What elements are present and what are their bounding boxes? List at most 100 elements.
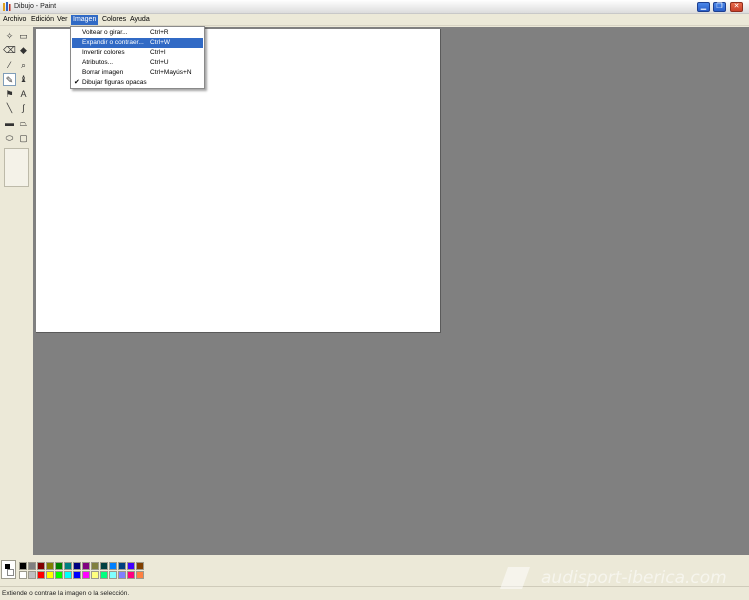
- polygon-tool[interactable]: ⏢: [17, 117, 30, 130]
- rect-select-icon: ▭: [19, 31, 28, 41]
- menu-item-shortcut: Ctrl+R: [150, 29, 169, 36]
- palette-swatch[interactable]: [73, 562, 81, 570]
- watermark-logo-icon: [500, 567, 530, 589]
- eraser-tool[interactable]: ⌫: [3, 44, 16, 57]
- palette-swatch[interactable]: [136, 562, 144, 570]
- menu-archivo[interactable]: Archivo: [1, 15, 28, 25]
- menu-imagen[interactable]: Imagen: [71, 15, 99, 25]
- menu-item-label: Voltear o girar...: [82, 29, 128, 36]
- text-icon: A: [20, 89, 27, 99]
- palette-swatch[interactable]: [100, 562, 108, 570]
- fill-tool[interactable]: ◆: [17, 44, 30, 57]
- palette-swatch[interactable]: [37, 571, 45, 579]
- menu-ver[interactable]: Ver: [55, 15, 70, 25]
- menu-item-label: Expandir o contraer...: [82, 39, 144, 46]
- fill-icon: ◆: [20, 45, 27, 55]
- airbrush-tool[interactable]: ⚑: [3, 88, 16, 101]
- menu-item-expandir[interactable]: Expandir o contraer... Ctrl+W: [72, 38, 203, 48]
- rounded-rect-tool[interactable]: ▢: [17, 132, 30, 145]
- rectangle-icon: ▬: [5, 118, 14, 128]
- palette-swatch[interactable]: [118, 562, 126, 570]
- rect-select-tool[interactable]: ▭: [17, 30, 30, 43]
- toolbox: ✧ ▭ ⌫ ◆ ⁄ ⌕ ✎ ♝ ⚑ A ╲ ∫ ▬ ⏢ ⬭ ▢: [0, 27, 33, 555]
- text-tool[interactable]: A: [17, 88, 30, 101]
- paint-app-icon: [3, 2, 11, 11]
- palette-swatch[interactable]: [55, 571, 63, 579]
- palette-swatch[interactable]: [19, 562, 27, 570]
- window-title: Dibujo - Paint: [14, 3, 57, 10]
- curve-tool[interactable]: ∫: [17, 102, 30, 115]
- menu-ayuda[interactable]: Ayuda: [128, 15, 152, 25]
- palette-swatch[interactable]: [46, 562, 54, 570]
- pick-color-icon: ⁄: [8, 60, 11, 70]
- watermark: audisport-iberica.com: [500, 567, 745, 589]
- free-select-icon: ✧: [5, 31, 14, 41]
- menu-item-shortcut: Ctrl+Mayús+N: [150, 69, 192, 76]
- palette-swatch[interactable]: [64, 562, 72, 570]
- ellipse-icon: ⬭: [5, 133, 14, 143]
- free-select-tool[interactable]: ✧: [3, 30, 16, 43]
- line-tool[interactable]: ╲: [3, 102, 16, 115]
- status-text: Extiende o contrae la imagen o la selecc…: [2, 590, 130, 597]
- palette-swatch[interactable]: [100, 571, 108, 579]
- rectangle-tool[interactable]: ▬: [3, 117, 16, 130]
- background-color: [7, 569, 14, 576]
- palette-swatch[interactable]: [109, 571, 117, 579]
- palette-swatch[interactable]: [82, 562, 90, 570]
- palette-swatch[interactable]: [82, 571, 90, 579]
- brush-tool[interactable]: ♝: [17, 73, 30, 86]
- minimize-button[interactable]: ▁: [697, 2, 710, 12]
- pencil-tool[interactable]: ✎: [3, 73, 16, 86]
- ellipse-tool[interactable]: ⬭: [3, 132, 16, 145]
- menu-item-label: Dibujar figuras opacas: [82, 79, 147, 86]
- title-bar[interactable]: Dibujo - Paint ▁ ❐ ✕: [0, 0, 749, 14]
- polygon-icon: ⏢: [19, 118, 28, 128]
- palette-swatch[interactable]: [109, 562, 117, 570]
- line-icon: ╲: [6, 103, 13, 113]
- eraser-icon: ⌫: [3, 45, 16, 55]
- rounded-rect-icon: ▢: [19, 133, 28, 143]
- paint-window: Dibujo - Paint ▁ ❐ ✕ Archivo Edición Ver…: [0, 0, 749, 600]
- checkmark-icon: ✔: [74, 79, 80, 86]
- watermark-text: audisport-iberica.com: [541, 568, 727, 588]
- palette-swatch[interactable]: [127, 562, 135, 570]
- airbrush-icon: ⚑: [5, 89, 14, 99]
- menu-item-shortcut: Ctrl+I: [150, 49, 166, 56]
- palette-swatch[interactable]: [136, 571, 144, 579]
- restore-button[interactable]: ❐: [713, 2, 726, 12]
- menu-bar: Archivo Edición Ver Imagen Colores Ayuda: [0, 14, 749, 26]
- palette-swatch[interactable]: [19, 571, 27, 579]
- tool-options-box[interactable]: [4, 148, 29, 187]
- imagen-menu-dropdown: Voltear o girar... Ctrl+R Expandir o con…: [70, 26, 205, 89]
- curve-icon: ∫: [22, 103, 25, 113]
- menu-colores[interactable]: Colores: [100, 15, 128, 25]
- palette-swatch[interactable]: [91, 571, 99, 579]
- palette-swatch[interactable]: [64, 571, 72, 579]
- menu-edicion[interactable]: Edición: [29, 15, 56, 25]
- palette-swatch[interactable]: [91, 562, 99, 570]
- menu-item-voltear[interactable]: Voltear o girar... Ctrl+R: [72, 28, 203, 38]
- pick-color-tool[interactable]: ⁄: [3, 59, 16, 72]
- palette-swatch[interactable]: [28, 571, 36, 579]
- palette-swatch[interactable]: [46, 571, 54, 579]
- close-button[interactable]: ✕: [730, 2, 743, 12]
- menu-item-opacas[interactable]: ✔ Dibujar figuras opacas: [72, 78, 203, 88]
- magnifier-tool[interactable]: ⌕: [17, 59, 30, 72]
- menu-item-shortcut: Ctrl+U: [150, 59, 169, 66]
- menu-item-atributos[interactable]: Atributos... Ctrl+U: [72, 58, 203, 68]
- palette-swatch[interactable]: [73, 571, 81, 579]
- menu-item-label: Invertir colores: [82, 49, 125, 56]
- palette-swatch[interactable]: [55, 562, 63, 570]
- palette-swatch[interactable]: [127, 571, 135, 579]
- menu-item-shortcut: Ctrl+W: [150, 39, 171, 46]
- palette-swatch[interactable]: [118, 571, 126, 579]
- magnifier-icon: ⌕: [20, 60, 27, 70]
- palette-swatch[interactable]: [28, 562, 36, 570]
- pencil-icon: ✎: [5, 75, 14, 85]
- menu-item-invertir[interactable]: Invertir colores Ctrl+I: [72, 48, 203, 58]
- current-colors[interactable]: [1, 560, 16, 579]
- menu-item-label: Borrar imagen: [82, 69, 124, 76]
- menu-item-label: Atributos...: [82, 59, 114, 66]
- menu-item-borrar[interactable]: Borrar imagen Ctrl+Mayús+N: [72, 68, 203, 78]
- palette-swatch[interactable]: [37, 562, 45, 570]
